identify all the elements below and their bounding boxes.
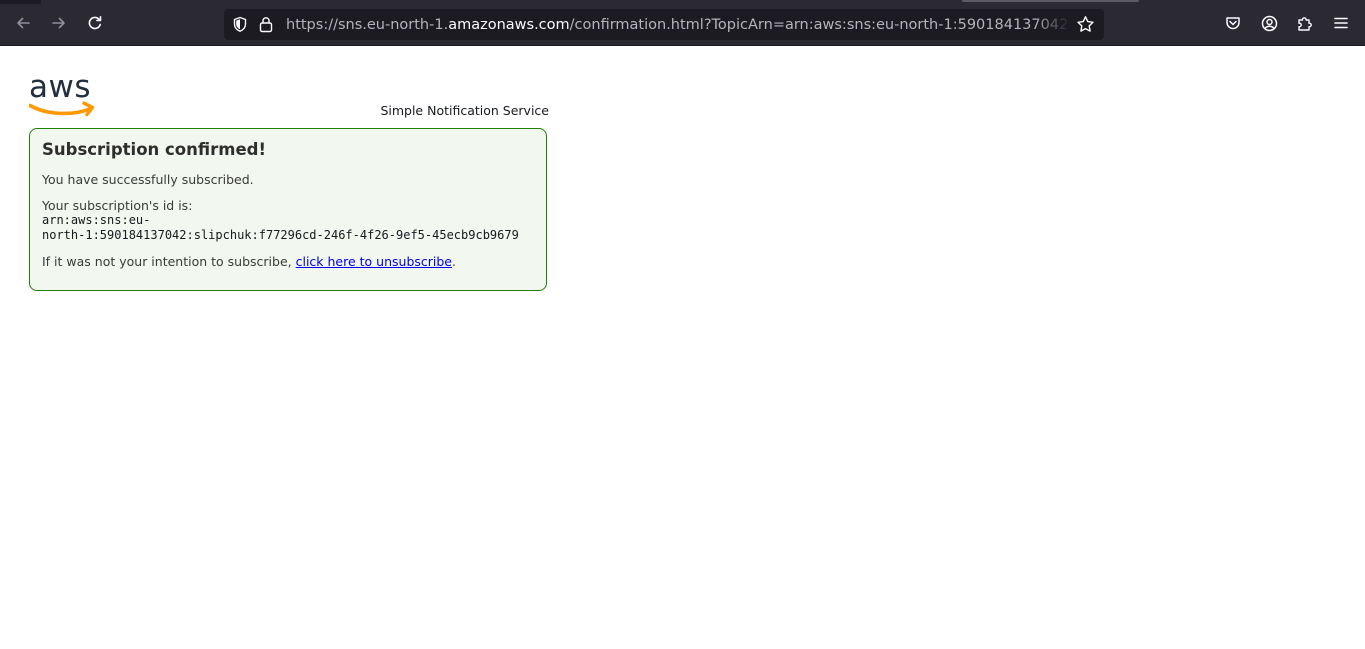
shield-icon[interactable]: [232, 16, 248, 33]
account-icon: [1261, 15, 1277, 31]
forward-button[interactable]: [45, 9, 73, 37]
tab-strip-edge: [0, 0, 1365, 4]
subscription-arn-line: north-1:590184137042:slipchuk:f77296cd-2…: [42, 228, 519, 242]
confirmation-title: Subscription confirmed!: [42, 140, 266, 159]
tab-strip-segment: [0, 0, 41, 4]
url-domain: amazonaws.com: [448, 17, 570, 33]
aws-logo[interactable]: aws: [29, 70, 97, 118]
browser-toolbar: https://sns.eu-north-1.amazonaws.com/con…: [0, 0, 1365, 46]
puzzle-icon: [1297, 16, 1312, 31]
hamburger-menu-icon: [1334, 17, 1348, 29]
back-button[interactable]: [9, 9, 37, 37]
star-icon[interactable]: [1076, 15, 1095, 34]
extensions-button[interactable]: [1291, 9, 1319, 37]
aws-smile-icon: [29, 101, 95, 117]
arrow-right-icon: [52, 17, 65, 29]
arrow-left-icon: [17, 17, 30, 29]
success-message: You have successfully subscribed.: [42, 172, 254, 187]
reload-icon: [88, 16, 102, 30]
url-fade: [1034, 13, 1070, 36]
url-text[interactable]: https://sns.eu-north-1.amazonaws.com/con…: [286, 15, 1070, 35]
aws-logo-text: aws: [29, 69, 92, 105]
lock-icon[interactable]: [259, 16, 273, 33]
unsubscribe-suffix: .: [452, 254, 456, 269]
unsubscribe-link[interactable]: click here to unsubscribe: [296, 254, 452, 269]
url-prefix: https://sns.eu-north-1.: [286, 17, 449, 33]
subscription-id-label: Your subscription's id is:: [42, 198, 193, 213]
menu-button[interactable]: [1327, 9, 1355, 37]
subscription-arn-line: arn:aws:sns:eu-: [42, 213, 151, 227]
reload-button[interactable]: [81, 9, 109, 37]
tab-strip-segment: [962, 0, 1139, 2]
url-path: /confirmation.html?TopicArn=arn:aws:sns:…: [569, 17, 1070, 33]
service-name: Simple Notification Service: [380, 103, 549, 118]
subscription-id-block: Your subscription's id is: arn:aws:sns:e…: [42, 198, 534, 243]
page-content: aws Simple Notification Service Subscrip…: [0, 46, 1365, 649]
unsubscribe-notice: If it was not your intention to subscrib…: [42, 254, 534, 269]
confirmation-panel: Subscription confirmed! You have success…: [29, 128, 547, 291]
account-button[interactable]: [1255, 9, 1283, 37]
pocket-button[interactable]: [1219, 9, 1247, 37]
url-bar[interactable]: https://sns.eu-north-1.amazonaws.com/con…: [224, 9, 1104, 40]
pocket-icon: [1226, 17, 1240, 30]
unsubscribe-prefix: If it was not your intention to subscrib…: [42, 254, 296, 269]
